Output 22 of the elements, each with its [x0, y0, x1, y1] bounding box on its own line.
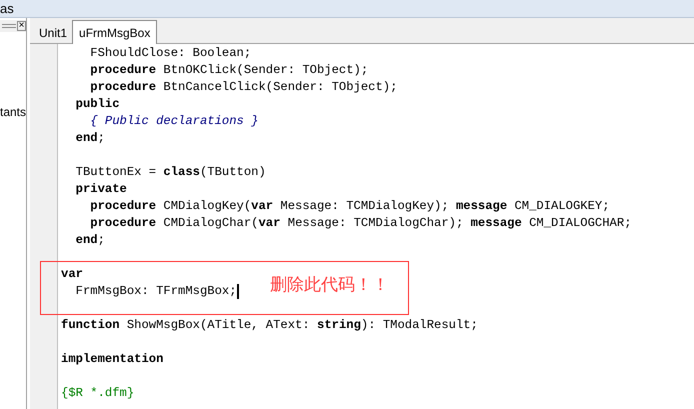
code-line: var	[61, 266, 83, 283]
code-line: implementation	[61, 351, 164, 368]
code-line: { Public declarations }	[89, 113, 258, 130]
grip-icon	[2, 23, 16, 29]
code-line: procedure CMDialogChar(var Message: TCMDialogChar); message CM_DIALOGCHAR;	[89, 215, 632, 232]
code-line: TButtonEx = class(TButton)	[74, 164, 266, 181]
code-line: public	[74, 96, 120, 113]
code-line: FrmMsgBox: TFrmMsgBox;	[74, 283, 237, 300]
code-line: function ShowMsgBox(ATitle, AText: string): TModalResult;	[61, 317, 478, 334]
code-line: procedure CMDialogKey(var Message: TCMDialogKey); message CM_DIALOGKEY;	[89, 198, 610, 215]
tree-item[interactable]: tants	[0, 103, 26, 121]
code-line: procedure BtnOKClick(Sender: TObject);	[89, 62, 368, 79]
annotation-text: 删除此代码！！	[270, 274, 389, 296]
code-line: end;	[74, 130, 105, 147]
code-line: end;	[74, 232, 105, 249]
code-line: procedure BtnCancelClick(Sender: TObject);	[89, 79, 398, 96]
code-line: private	[74, 181, 127, 198]
code-line: {$R *.dfm}	[61, 385, 134, 402]
window-title: as	[0, 0, 14, 18]
close-button[interactable]: ×	[17, 21, 26, 31]
editor-tab[interactable]: uFrmMsgBox	[72, 20, 158, 44]
code-line: FShouldClose: Boolean;	[89, 45, 252, 62]
